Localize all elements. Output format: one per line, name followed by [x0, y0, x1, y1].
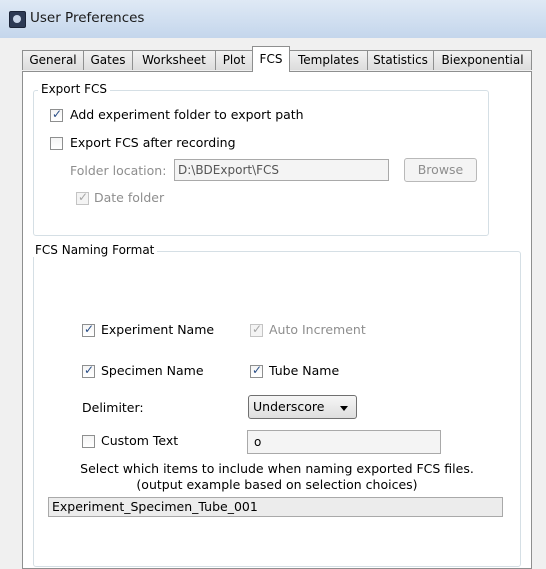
tab-statistics[interactable]: Statistics [367, 50, 434, 70]
auto-increment-label: Auto Increment [269, 322, 366, 337]
add-folder-label: Add experiment folder to export path [70, 107, 304, 122]
tab-gates[interactable]: Gates [83, 50, 133, 70]
title-bar: User Preferences [0, 0, 546, 39]
tab-general[interactable]: General [22, 50, 84, 70]
naming-format-title: FCS Naming Format [32, 243, 158, 257]
export-after-recording-checkbox[interactable] [50, 137, 63, 150]
browse-button[interactable]: Browse [404, 158, 477, 182]
custom-text-field[interactable]: o [247, 430, 441, 454]
date-folder-checkbox[interactable] [76, 190, 89, 205]
example-output-field: Experiment_Specimen_Tube_001 [48, 497, 503, 517]
custom-text-label: Custom Text [101, 433, 179, 448]
fcs-tab-panel: Export FCS Add experiment folder to expo… [22, 71, 532, 569]
naming-help-text: Select which items to include when namin… [80, 461, 474, 476]
export-fcs-title: Export FCS [38, 82, 110, 96]
tab-plot[interactable]: Plot [215, 50, 253, 70]
preferences-window: General Gates Worksheet Plot FCS Templat… [0, 38, 546, 569]
export-fcs-group: Export FCS Add experiment folder to expo… [33, 82, 489, 236]
tab-fcs[interactable]: FCS [252, 46, 290, 72]
specimen-name-checkbox[interactable] [82, 363, 95, 378]
export-after-recording-label: Export FCS after recording [70, 135, 236, 150]
delimiter-select[interactable]: Underscore [248, 395, 357, 419]
experiment-name-checkbox[interactable] [82, 322, 95, 337]
naming-format-group: FCS Naming Format Experiment Name Auto I… [32, 243, 521, 567]
date-folder-label: Date folder [94, 190, 165, 205]
tab-worksheet[interactable]: Worksheet [132, 50, 216, 70]
window-title: User Preferences [30, 10, 145, 26]
delimiter-value: Underscore [253, 399, 325, 414]
chevron-down-icon [340, 406, 348, 411]
folder-location-field[interactable]: D:\BDExport\FCS [174, 159, 389, 181]
tab-templates[interactable]: Templates [289, 50, 368, 70]
custom-text-checkbox[interactable] [82, 435, 95, 448]
specimen-name-label: Specimen Name [101, 363, 204, 378]
delimiter-label: Delimiter: [82, 400, 144, 415]
app-icon [9, 11, 26, 28]
tube-name-label: Tube Name [269, 363, 340, 378]
experiment-name-label: Experiment Name [101, 322, 215, 337]
auto-increment-checkbox[interactable] [250, 322, 263, 337]
tab-biexponential[interactable]: Biexponential [433, 50, 532, 70]
tab-strip: General Gates Worksheet Plot FCS Templat… [22, 46, 532, 72]
naming-help-subtext: (output example based on selection choic… [136, 477, 418, 492]
folder-location-label: Folder location: [70, 163, 167, 178]
add-folder-checkbox[interactable] [50, 107, 63, 122]
tube-name-checkbox[interactable] [250, 363, 263, 378]
